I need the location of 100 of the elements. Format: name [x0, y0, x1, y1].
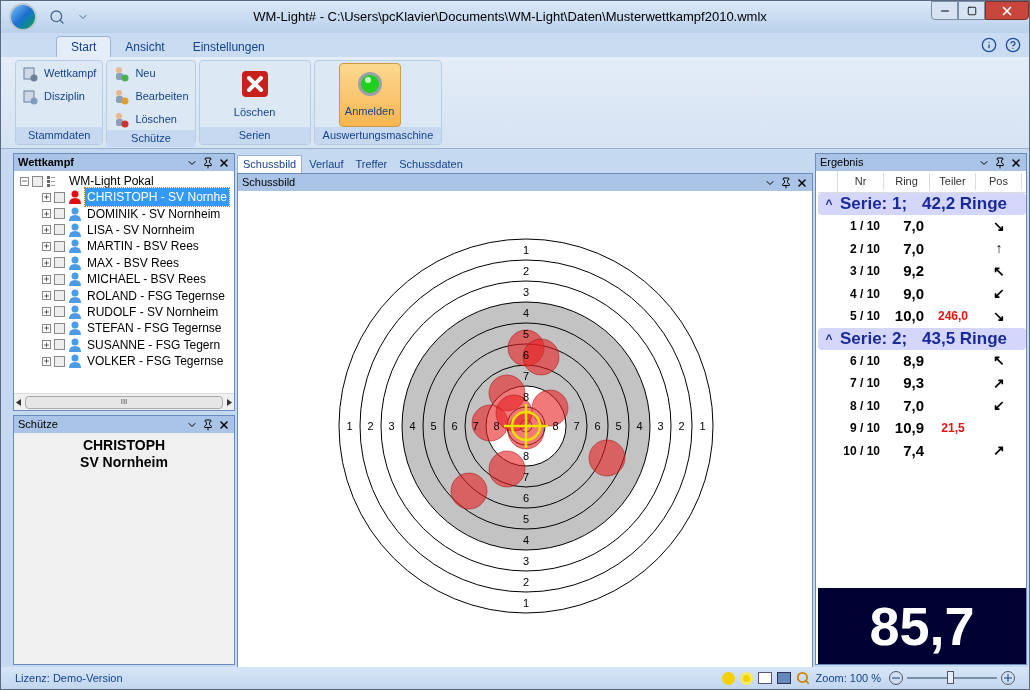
ribbon-button[interactable]: Löschen	[111, 109, 191, 130]
ribbon-button[interactable]: Bearbeiten	[111, 86, 191, 107]
checkbox[interactable]	[54, 191, 65, 203]
group-label: Auswertungsmaschine	[314, 127, 442, 144]
table-cell-text: 4 / 10	[848, 285, 881, 303]
column-header[interactable]: Teiler	[930, 173, 976, 190]
plus-icon	[43, 242, 50, 251]
close-icon[interactable]	[218, 418, 230, 431]
ribbon-tab[interactable]: Ansicht	[111, 36, 179, 57]
panel-title: Wettkampf	[18, 155, 76, 171]
collapse-caret[interactable]: ^	[818, 329, 840, 348]
search-icon[interactable]	[49, 9, 65, 25]
table-cell-text: 7,0	[902, 216, 925, 236]
expand-toggle[interactable]	[42, 241, 51, 251]
plus-icon	[43, 275, 50, 284]
expand-toggle[interactable]	[42, 225, 51, 235]
tree-item[interactable]: MARTIN - BSV Rees	[85, 237, 201, 256]
column-header[interactable]: Pos	[976, 173, 1022, 190]
close-icon[interactable]	[1010, 156, 1022, 169]
checkbox[interactable]	[54, 257, 65, 269]
table-cell-text: 2 / 10	[848, 240, 881, 258]
person-icon	[113, 65, 130, 82]
zoom-slider-thumb[interactable]	[947, 671, 955, 684]
ribbon-button[interactable]: Neu	[111, 63, 191, 84]
table-cell-text: 246,0	[937, 308, 969, 326]
column-header[interactable]: Ring	[884, 173, 930, 190]
close-icon[interactable]	[218, 156, 230, 169]
minimize-button[interactable]	[931, 1, 958, 20]
person-icon	[113, 111, 130, 128]
ribbon-button[interactable]: Disziplin	[20, 86, 99, 107]
pin-icon[interactable]	[202, 418, 214, 431]
group-label: Schütze	[107, 130, 195, 147]
table-cell-text: 10,9	[893, 418, 925, 438]
tree-item[interactable]: SUSANNE - FSG Tegern	[85, 335, 223, 354]
pin-icon[interactable]	[780, 176, 792, 189]
tree-item[interactable]: VOLKER - FSG Tegernse	[85, 352, 226, 371]
maximize-icon	[966, 5, 977, 16]
app-globe-icon[interactable]	[9, 3, 37, 31]
scroll-left-icon[interactable]	[16, 398, 21, 406]
zoom-in-icon[interactable]	[1001, 671, 1015, 685]
table-cell-text: 7 / 10	[848, 375, 881, 393]
person-icon	[113, 88, 130, 105]
table-cell-text: ↙	[992, 396, 1006, 416]
checkbox[interactable]	[54, 290, 65, 302]
maximize-button[interactable]	[958, 1, 985, 20]
checkbox[interactable]	[54, 339, 65, 351]
expand-toggle[interactable]	[42, 323, 51, 333]
checkbox[interactable]	[54, 224, 65, 236]
series-header[interactable]: ^ Serie: 1; 42,2 Ringe	[818, 193, 1026, 215]
view-tab[interactable]: Treffer	[350, 155, 393, 173]
close-icon[interactable]	[796, 176, 808, 189]
pin-icon[interactable]	[994, 156, 1006, 169]
expand-toggle[interactable]	[42, 258, 51, 268]
collapse-toggle[interactable]	[20, 176, 29, 186]
help-icon[interactable]	[1005, 37, 1021, 53]
checkbox[interactable]	[54, 355, 65, 367]
tree-item[interactable]: ROLAND - FSG Tegernse	[85, 286, 227, 305]
ribbon-button[interactable]: Wettkampf	[20, 63, 99, 84]
series-title: Serie: 2;	[840, 327, 909, 350]
expand-toggle[interactable]	[42, 192, 51, 202]
tree-item[interactable]: MAX - BSV Rees	[85, 253, 182, 272]
ribbon-large-button[interactable]: Anmelden	[338, 63, 401, 127]
ribbon-tab[interactable]: Einstellungen	[178, 36, 279, 57]
collapse-caret[interactable]: ^	[818, 195, 840, 213]
close-button[interactable]	[985, 1, 1029, 20]
expand-toggle[interactable]	[42, 291, 51, 301]
expand-toggle[interactable]	[42, 209, 51, 219]
checkbox[interactable]	[54, 208, 65, 220]
series-header[interactable]: ^ Serie: 2; 43,5 Ringe	[818, 327, 1026, 350]
column-header[interactable]: Nr	[838, 173, 884, 190]
tree-item[interactable]: STEFAN - FSG Tegernse	[85, 319, 224, 338]
monitor-icon[interactable]	[776, 672, 791, 684]
expand-toggle[interactable]	[42, 307, 51, 317]
expand-toggle[interactable]	[42, 340, 51, 350]
pin-icon[interactable]	[202, 156, 214, 169]
ribbon-tab[interactable]: Start	[56, 36, 112, 57]
tree-item[interactable]: MICHAEL - BSV Rees	[85, 270, 208, 289]
group-label: Stammdaten	[16, 127, 103, 144]
tree-item[interactable]: RUDOLF - SV Nornheim	[85, 302, 221, 321]
scroll-grip: III	[120, 396, 128, 408]
panel-title: Ergebnis	[820, 155, 865, 171]
ribbon-large-button[interactable]: Löschen	[223, 63, 286, 127]
tree-item[interactable]: DOMINIK - SV Nornheim	[85, 204, 223, 223]
view-tab[interactable]: Verlauf	[304, 155, 349, 173]
view-tab[interactable]: Schussdaten	[394, 155, 468, 173]
view-tab[interactable]: Schussbild	[237, 155, 303, 173]
info-icon[interactable]	[981, 37, 997, 53]
tree-item[interactable]: WM-Light Pokal	[69, 172, 154, 190]
checkbox[interactable]	[54, 322, 65, 334]
checkbox[interactable]	[54, 306, 65, 318]
table-cell-text: ↖	[992, 351, 1006, 371]
checkbox[interactable]	[54, 240, 65, 252]
tree-item[interactable]: LISA - SV Nornheim	[85, 221, 197, 239]
checkbox[interactable]	[32, 175, 43, 187]
minus-icon	[21, 177, 28, 185]
scroll-right-icon[interactable]	[227, 398, 232, 406]
expand-toggle[interactable]	[42, 356, 51, 366]
checkbox[interactable]	[54, 273, 65, 285]
horizontal-scrollbar[interactable]: III	[14, 393, 234, 410]
expand-toggle[interactable]	[42, 274, 51, 284]
